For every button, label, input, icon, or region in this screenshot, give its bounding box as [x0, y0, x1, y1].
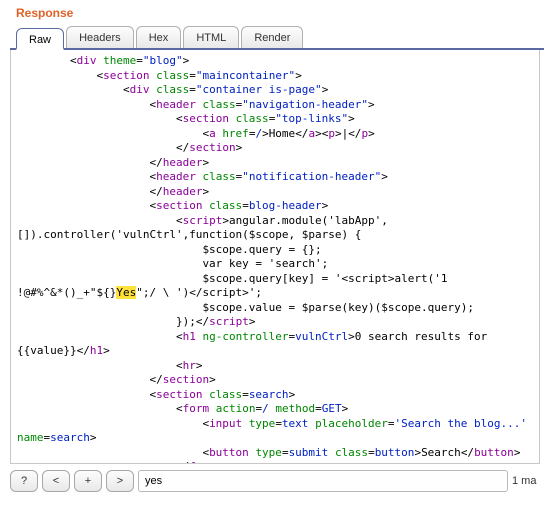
- tab-headers[interactable]: Headers: [66, 26, 134, 48]
- tab-hex[interactable]: Hex: [136, 26, 182, 48]
- prev-match-button[interactable]: <: [42, 470, 70, 492]
- next-match-button[interactable]: >: [106, 470, 134, 492]
- tab-render[interactable]: Render: [241, 26, 303, 48]
- add-button[interactable]: +: [74, 470, 102, 492]
- panel-title: Response: [16, 6, 540, 20]
- tab-html[interactable]: HTML: [183, 26, 239, 48]
- search-bar: ? < + > 1 ma: [10, 470, 540, 492]
- help-button[interactable]: ?: [10, 470, 38, 492]
- search-input[interactable]: [138, 470, 508, 492]
- match-count: 1 ma: [512, 475, 540, 487]
- raw-content-frame: <div theme="blog"> <section class="mainc…: [10, 50, 540, 464]
- tab-bar: Raw Headers Hex HTML Render: [16, 26, 540, 50]
- raw-body[interactable]: <div theme="blog"> <section class="mainc…: [11, 50, 539, 463]
- tab-raw[interactable]: Raw: [16, 28, 64, 50]
